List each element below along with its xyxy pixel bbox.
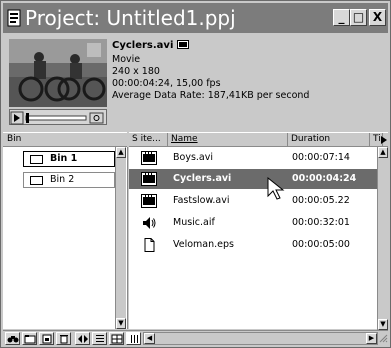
clip-name-cell: Fastslow.avi bbox=[173, 195, 230, 206]
film-icon bbox=[141, 172, 157, 186]
new-bin-icon bbox=[24, 335, 36, 344]
close-button[interactable]: X bbox=[369, 9, 386, 26]
bottom-toolbar: ◀ ▶ bbox=[3, 330, 388, 346]
poster-frame-icon[interactable] bbox=[89, 112, 104, 124]
folder-icon bbox=[30, 176, 43, 185]
column-name[interactable]: Name bbox=[168, 133, 288, 146]
bin-pane-header[interactable]: Bin bbox=[3, 132, 127, 147]
document-icon bbox=[144, 238, 155, 252]
table-row[interactable]: Boys.avi 00:00:07:14 bbox=[129, 148, 377, 168]
clip-list-header: S ite... Name Duration Ti bbox=[129, 132, 388, 147]
title-bar[interactable]: Project: Untitled1.ppj _ □ X bbox=[3, 3, 388, 33]
timecode-button[interactable] bbox=[75, 332, 90, 345]
clip-info-panel: Cyclers.avi Movie 240 x 180 00:00:04:24,… bbox=[3, 35, 388, 130]
column-duration[interactable]: Duration bbox=[288, 133, 370, 146]
horizontal-scrollbar[interactable]: ◀ ▶ bbox=[143, 332, 378, 345]
scroll-up-button[interactable]: ▲ bbox=[378, 147, 388, 158]
clip-name: Cyclers.avi bbox=[112, 40, 189, 51]
timecode-icon bbox=[78, 335, 88, 343]
table-row[interactable]: Veloman.eps 00:00:05:00 bbox=[129, 235, 377, 255]
text-view-button[interactable] bbox=[126, 332, 141, 345]
clip-name-cell: Music.aif bbox=[173, 217, 215, 228]
clip-name-cell: Cyclers.avi bbox=[173, 173, 232, 184]
thumbnail-view-button[interactable] bbox=[109, 332, 124, 345]
clip-thumbnail bbox=[9, 39, 107, 107]
text-view-icon bbox=[131, 335, 138, 343]
play-icon[interactable] bbox=[10, 111, 24, 125]
new-item-button[interactable] bbox=[39, 332, 54, 345]
new-item-icon bbox=[42, 334, 52, 344]
clip-dimensions: 240 x 180 bbox=[112, 66, 160, 77]
mouse-pointer-icon bbox=[267, 177, 285, 200]
table-row[interactable]: Fastslow.avi 00:00:05.22 bbox=[129, 191, 377, 211]
folder-icon bbox=[30, 155, 43, 164]
film-icon bbox=[141, 194, 157, 208]
clip-duration-cell: 00:00:07:14 bbox=[292, 152, 350, 163]
clip-list: Boys.avi 00:00:07:14 Cyclers.avi 00:00:0… bbox=[129, 147, 377, 329]
minimize-button[interactable]: _ bbox=[333, 9, 350, 26]
clip-duration-cell: 00:00:32:01 bbox=[292, 217, 350, 228]
trash-icon bbox=[60, 335, 68, 344]
delete-button[interactable] bbox=[56, 332, 71, 345]
project-icon bbox=[7, 9, 21, 27]
bin-list: Bin 1 Bin 2 ▲ ▼ bbox=[3, 147, 128, 329]
bin-item[interactable]: Bin 2 bbox=[23, 172, 115, 188]
chevron-right-icon[interactable] bbox=[381, 136, 387, 144]
film-icon bbox=[176, 40, 189, 49]
clip-name-cell: Veloman.eps bbox=[173, 239, 234, 250]
scroll-up-button[interactable]: ▲ bbox=[116, 147, 126, 158]
list-view-icon bbox=[96, 335, 104, 342]
find-button[interactable] bbox=[5, 332, 20, 345]
scroll-right-button[interactable]: ▶ bbox=[366, 333, 377, 344]
window-title: Project: Untitled1.ppj bbox=[25, 6, 236, 30]
column-status[interactable]: S ite... bbox=[129, 133, 168, 146]
scroll-left-button[interactable]: ◀ bbox=[144, 333, 155, 344]
project-window: Project: Untitled1.ppj _ □ X Cyclers.avi… bbox=[0, 0, 391, 348]
new-bin-button[interactable] bbox=[22, 332, 37, 345]
find-icon bbox=[7, 336, 19, 343]
speaker-icon bbox=[143, 217, 156, 229]
clip-name-cell: Boys.avi bbox=[173, 152, 214, 163]
cyclists-image bbox=[9, 39, 107, 107]
film-icon bbox=[141, 151, 157, 165]
position-slider[interactable] bbox=[25, 113, 87, 123]
clip-type: Movie bbox=[112, 54, 141, 65]
transport-bar bbox=[9, 109, 107, 125]
clip-duration-cell: 00:00:04:24 bbox=[292, 173, 357, 184]
thumbnail-view-icon bbox=[111, 334, 123, 344]
clip-duration-fps: 00:00:04:24, 15,00 fps bbox=[112, 78, 221, 89]
resize-grip-icon[interactable] bbox=[378, 333, 388, 344]
list-view-button[interactable] bbox=[92, 332, 107, 345]
table-row[interactable]: Music.aif 00:00:32:01 bbox=[129, 213, 377, 233]
bin-scrollbar[interactable]: ▲ ▼ bbox=[115, 147, 126, 329]
scroll-down-button[interactable]: ▼ bbox=[378, 319, 388, 330]
bin-item[interactable]: Bin 1 bbox=[23, 151, 115, 167]
scroll-down-button[interactable]: ▼ bbox=[116, 318, 126, 329]
table-row-selected[interactable]: Cyclers.avi 00:00:04:24 bbox=[129, 169, 377, 189]
clip-duration-cell: 00:00:05.22 bbox=[292, 195, 350, 206]
clip-scrollbar[interactable]: ▲ ▼ bbox=[377, 147, 388, 330]
clip-duration-cell: 00:00:05:00 bbox=[292, 239, 350, 250]
clip-data-rate: Average Data Rate: 187,41KB per second bbox=[112, 90, 310, 101]
maximize-button[interactable]: □ bbox=[350, 9, 367, 26]
